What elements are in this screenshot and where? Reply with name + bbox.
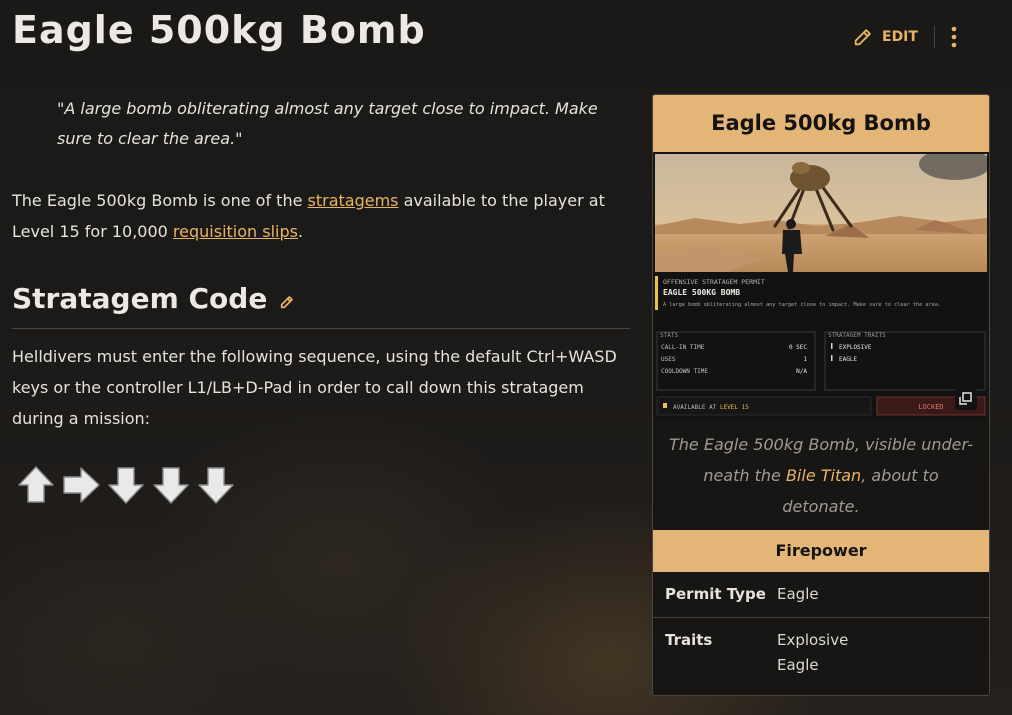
hud-stat-label: COOLDOWN TIME bbox=[661, 368, 708, 375]
hud-permit-desc: A large bomb obliterating almost any tar… bbox=[663, 302, 941, 308]
edit-section-icon[interactable] bbox=[279, 294, 295, 310]
hud-trait: EXPLOSIVE bbox=[839, 344, 872, 351]
hud-locked: LOCKED bbox=[918, 403, 943, 411]
svg-text:AVAILABLE AT LEVEL 15: AVAILABLE AT LEVEL 15 bbox=[673, 404, 749, 411]
stratagems-link[interactable]: stratagems bbox=[308, 191, 399, 210]
hud-stat-value: 1 bbox=[803, 356, 807, 363]
stratagem-code bbox=[15, 464, 237, 506]
flavor-quote: "A large bomb obliterating almost any ta… bbox=[57, 99, 598, 148]
pencil-icon bbox=[852, 26, 874, 48]
more-options-icon[interactable] bbox=[951, 26, 957, 48]
row-value-item: Explosive bbox=[777, 631, 849, 649]
section-title: Stratagem Code bbox=[12, 282, 268, 315]
arrow-down-icon bbox=[105, 464, 147, 506]
hud-permit-kicker: OFFENSIVE STRATAGEM PERMIT bbox=[663, 278, 765, 286]
code-instructions: Helldivers must enter the following sequ… bbox=[12, 347, 617, 428]
section-heading: Stratagem Code bbox=[12, 282, 630, 329]
infobox: Eagle 500kg Bomb OFFENSIVE STRATAGEM PER… bbox=[652, 94, 990, 696]
infobox-row: Permit Type Eagle bbox=[653, 572, 989, 618]
arrow-right-icon bbox=[60, 464, 102, 506]
row-value-item: Eagle bbox=[777, 656, 819, 674]
bile-titan-link[interactable]: Bile Titan bbox=[786, 466, 861, 485]
hud-available-prefix: AVAILABLE AT bbox=[673, 404, 720, 411]
infobox-caption: The Eagle 500kg Bomb, visible under-neat… bbox=[653, 419, 989, 530]
hud-stat-label: CALL-IN TIME bbox=[661, 344, 705, 351]
hud-stat-label: USES bbox=[661, 356, 676, 363]
infobox-image[interactable]: OFFENSIVE STRATAGEM PERMIT EAGLE 500KG B… bbox=[655, 148, 989, 419]
arrow-up-icon bbox=[15, 464, 57, 506]
lock-icon bbox=[663, 403, 667, 408]
hud-trait: EAGLE bbox=[839, 356, 857, 363]
arrow-down-icon bbox=[150, 464, 192, 506]
row-value-item: Eagle bbox=[777, 585, 819, 603]
hud-stat-value: 0 SEC bbox=[789, 344, 807, 351]
edit-label: EDIT bbox=[882, 29, 918, 45]
hud-available-level: LEVEL 15 bbox=[720, 404, 749, 411]
requisition-slips-link[interactable]: requisition slips bbox=[173, 222, 298, 241]
toolbar-divider bbox=[933, 26, 935, 48]
infobox-title: Eagle 500kg Bomb bbox=[653, 95, 989, 152]
infobox-row: Traits Explosive Eagle bbox=[653, 618, 989, 689]
arrow-down-icon bbox=[195, 464, 237, 506]
hud-stats-header: STATS bbox=[660, 332, 678, 339]
row-label: Traits bbox=[665, 631, 713, 649]
page-actions: EDIT bbox=[852, 26, 957, 48]
infobox-section-title: Firepower bbox=[653, 530, 989, 572]
page-title: Eagle 500kg Bomb bbox=[12, 8, 426, 52]
hud-stat-value: N/A bbox=[796, 368, 807, 375]
hud-traits-header: STRATAGEM TRAITS bbox=[828, 332, 886, 339]
intro-text: . bbox=[297, 222, 304, 241]
row-value: Eagle bbox=[777, 585, 819, 617]
row-value: Explosive Eagle bbox=[777, 631, 848, 689]
intro-text: The Eagle 500kg Bomb is one of the bbox=[12, 191, 308, 210]
intro-paragraph: The Eagle 500kg Bomb is one of the strat… bbox=[12, 185, 627, 247]
row-label: Permit Type bbox=[665, 585, 766, 603]
expand-image-icon[interactable] bbox=[955, 388, 977, 410]
edit-button[interactable]: EDIT bbox=[852, 26, 918, 48]
hud-permit-name: EAGLE 500KG BOMB bbox=[663, 288, 740, 297]
